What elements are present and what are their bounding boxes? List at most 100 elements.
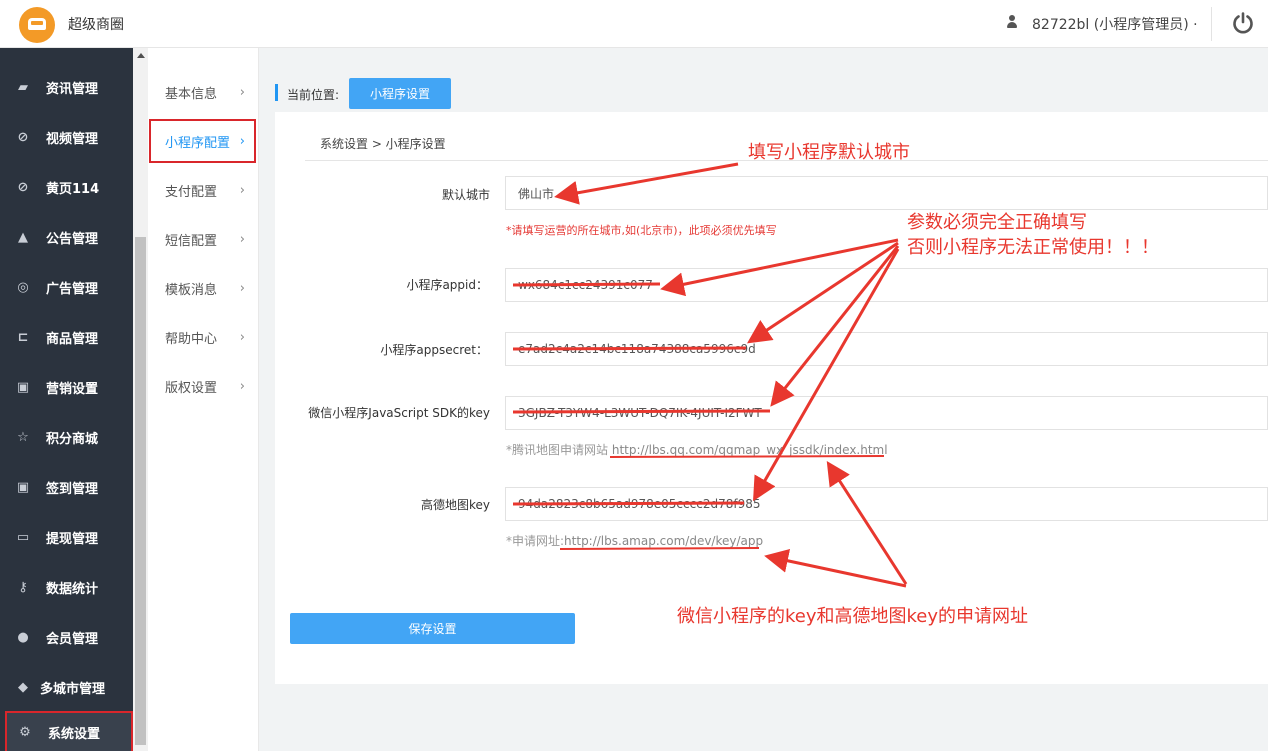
sidebar-item-label: 公告管理 [46, 231, 99, 247]
sidebar-item-label: 资讯管理 [46, 81, 99, 97]
subnav-item-basic-info[interactable]: 基本信息 › [148, 68, 259, 117]
sidebar-item-system-settings[interactable]: ⚙ 系统设置 [5, 711, 133, 751]
sidebar-item-label: 广告管理 [46, 281, 99, 297]
sidebar-item-withdraw[interactable]: ▭ 提现管理 [0, 512, 133, 562]
sidebar-item-label: 黄页114 [46, 181, 100, 197]
subnav-item-help-center[interactable]: 帮助中心 › [148, 313, 259, 362]
chevron-right-icon: › [239, 85, 245, 100]
sidebar-item-checkin[interactable]: ▣ 签到管理 [0, 462, 133, 512]
amap-key-value: 94da2823c8b65ad978e05cccc2d78f985 [518, 497, 761, 511]
chevron-right-icon: › [239, 232, 245, 247]
user-icon: ● [17, 629, 29, 645]
scrollbar-thumb[interactable] [135, 237, 146, 745]
scroll-up-arrow-icon[interactable] [137, 53, 145, 58]
sdk-key-input[interactable]: 3GJBZ-T3YW4-L3WUT-DQ7IK-4JUIT-I2FWT [505, 396, 1268, 430]
sidebar-item-multi-city[interactable]: ◆ 多城市管理 [0, 662, 133, 712]
sdk-key-hint: *腾讯地图申请网站 http://lbs.qq.com/qqmap_wx_jss… [506, 441, 888, 458]
cart-icon: ⊏ [17, 329, 29, 345]
compass-icon: ⊘ [17, 179, 29, 195]
sidebar-item-label: 多城市管理 [40, 681, 106, 697]
breadcrumb-current-tab[interactable]: 小程序设置 [349, 78, 451, 109]
sidebar-item-label: 提现管理 [46, 531, 99, 547]
breadcrumb-label: 当前位置: [287, 88, 340, 102]
subnav-item-payment-config[interactable]: 支付配置 › [148, 166, 259, 215]
default-city-value: 佛山市 [518, 186, 555, 201]
sidebar-item-video[interactable]: ⊘ 视频管理 [0, 112, 133, 162]
lifebuoy-icon: ◎ [17, 279, 29, 295]
annotation-keys-url: 微信小程序的key和高德地图key的申请网址 [677, 606, 1029, 627]
sidebar-item-members[interactable]: ● 会员管理 [0, 612, 133, 662]
subnav-item-label: 模板消息 [165, 283, 218, 298]
subnav-item-template-message[interactable]: 模板消息 › [148, 264, 259, 313]
amap-key-hint-link[interactable]: http://lbs.amap.com/dev/key/app [564, 534, 763, 548]
sdk-key-hint-prefix: *腾讯地图申请网站 [506, 443, 609, 457]
save-settings-button[interactable]: 保存设置 [290, 613, 575, 644]
gift-icon: ▣ [16, 379, 30, 395]
chevron-right-icon: › [239, 379, 245, 394]
annotation-city: 填写小程序默认城市 [748, 142, 910, 163]
app-title: 超级商圈 [68, 17, 124, 33]
default-city-hint: *请填写运营的所在城市,如(北京市)，此项必须优先填写 [506, 224, 777, 237]
sub-nav: 基本信息 › 小程序配置 › 支付配置 › 短信配置 › 模板消息 › 帮助中心 › 版权设… [148, 48, 259, 751]
sdk-key-value: 3GJBZ-T3YW4-L3WUT-DQ7IK-4JUIT-I2FWT [518, 406, 762, 420]
sidebar-item-points-mall[interactable]: ☆ 积分商城 [0, 412, 133, 462]
bell-icon: ▲ [18, 229, 28, 245]
subnav-item-label: 支付配置 [165, 185, 218, 200]
sidebar-item-label: 数据统计 [46, 581, 99, 597]
sidebar: ▰ 资讯管理 ⊘ 视频管理 ⊘ 黄页114 ▲ 公告管理 ◎ 广告管理 ⊏ 商品管理 ▣ 营销… [0, 48, 133, 751]
appid-input[interactable]: wx684c1cc24391c077 [505, 268, 1268, 302]
gear-icon: ⚙ [19, 724, 31, 740]
sdk-key-hint-link[interactable]: http://lbs.qq.com/qqmap_wx_jssdk/index.h… [612, 443, 888, 457]
sidebar-item-marketing[interactable]: ▣ 营销设置 [0, 362, 133, 412]
sidebar-item-label: 系统设置 [48, 726, 101, 742]
chevron-right-icon: › [239, 134, 245, 149]
sidebar-item-news[interactable]: ▰ 资讯管理 [0, 62, 133, 112]
subnav-item-label: 短信配置 [165, 234, 218, 249]
chevron-right-icon: › [239, 330, 245, 345]
sidebar-item-label: 营销设置 [46, 381, 99, 397]
annotation-params-line2: 否则小程序无法正常使用！！！ [907, 237, 1159, 258]
user-menu[interactable]: 82722bl (小程序管理员) · [1032, 14, 1198, 34]
money-icon: ▭ [16, 529, 30, 545]
appid-label: 小程序appid： [406, 278, 488, 292]
appsecret-value: e7ad2c4a2c14bc118a74388ca5996c9d [518, 342, 756, 356]
sidebar-item-goods[interactable]: ⊏ 商品管理 [0, 312, 133, 362]
amap-key-hint-prefix: *申请网址: [506, 534, 565, 548]
subnav-item-miniprogram-config[interactable]: 小程序配置 › [148, 117, 259, 166]
sidebar-item-label: 视频管理 [46, 131, 99, 147]
chevron-right-icon: › [239, 281, 245, 296]
amap-key-input[interactable]: 94da2823c8b65ad978e05cccc2d78f985 [505, 487, 1268, 521]
appid-value: wx684c1cc24391c077 [518, 278, 653, 292]
subnav-item-label: 基本信息 [165, 87, 218, 102]
subnav-item-label: 版权设置 [165, 381, 218, 396]
chevron-right-icon: › [239, 183, 245, 198]
subnav-item-copyright[interactable]: 版权设置 › [148, 362, 259, 411]
user-icon [1006, 15, 1018, 29]
default-city-input[interactable]: 佛山市 [505, 176, 1268, 210]
sidebar-item-label: 商品管理 [46, 331, 99, 347]
graduation-cap-icon: ◆ [18, 679, 28, 695]
amap-key-label: 高德地图key [420, 498, 490, 512]
sidebar-item-stats[interactable]: ⚷ 数据统计 [0, 562, 133, 612]
annotation-params-line1: 参数必须完全正确填写 [907, 212, 1087, 233]
breadcrumb-marker [275, 84, 278, 101]
sidebar-item-ads[interactable]: ◎ 广告管理 [0, 262, 133, 312]
star-icon: ☆ [17, 429, 29, 445]
top-bar: 超级商圈 82722bl (小程序管理员) · [0, 0, 1268, 48]
compass-icon: ⊘ [17, 129, 29, 145]
gift-icon: ▣ [16, 479, 30, 495]
subnav-item-label: 帮助中心 [165, 332, 218, 347]
book-icon: ▰ [18, 79, 28, 95]
sidebar-item-label: 积分商城 [46, 431, 99, 447]
default-city-label: 默认城市 [441, 188, 490, 202]
sdk-key-label: 微信小程序JavaScript SDK的key [308, 406, 490, 420]
sidebar-item-yellow-pages[interactable]: ⊘ 黄页114 [0, 162, 133, 212]
sidebar-item-notice[interactable]: ▲ 公告管理 [0, 212, 133, 262]
amap-key-hint: *申请网址:http://lbs.amap.com/dev/key/app [506, 532, 763, 549]
car-logo-icon [19, 7, 55, 43]
appsecret-input[interactable]: e7ad2c4a2c14bc118a74388ca5996c9d [505, 332, 1268, 366]
key-icon: ⚷ [18, 579, 28, 595]
power-icon[interactable] [1231, 11, 1255, 35]
appsecret-label: 小程序appsecret： [380, 343, 488, 357]
subnav-item-sms-config[interactable]: 短信配置 › [148, 215, 259, 264]
